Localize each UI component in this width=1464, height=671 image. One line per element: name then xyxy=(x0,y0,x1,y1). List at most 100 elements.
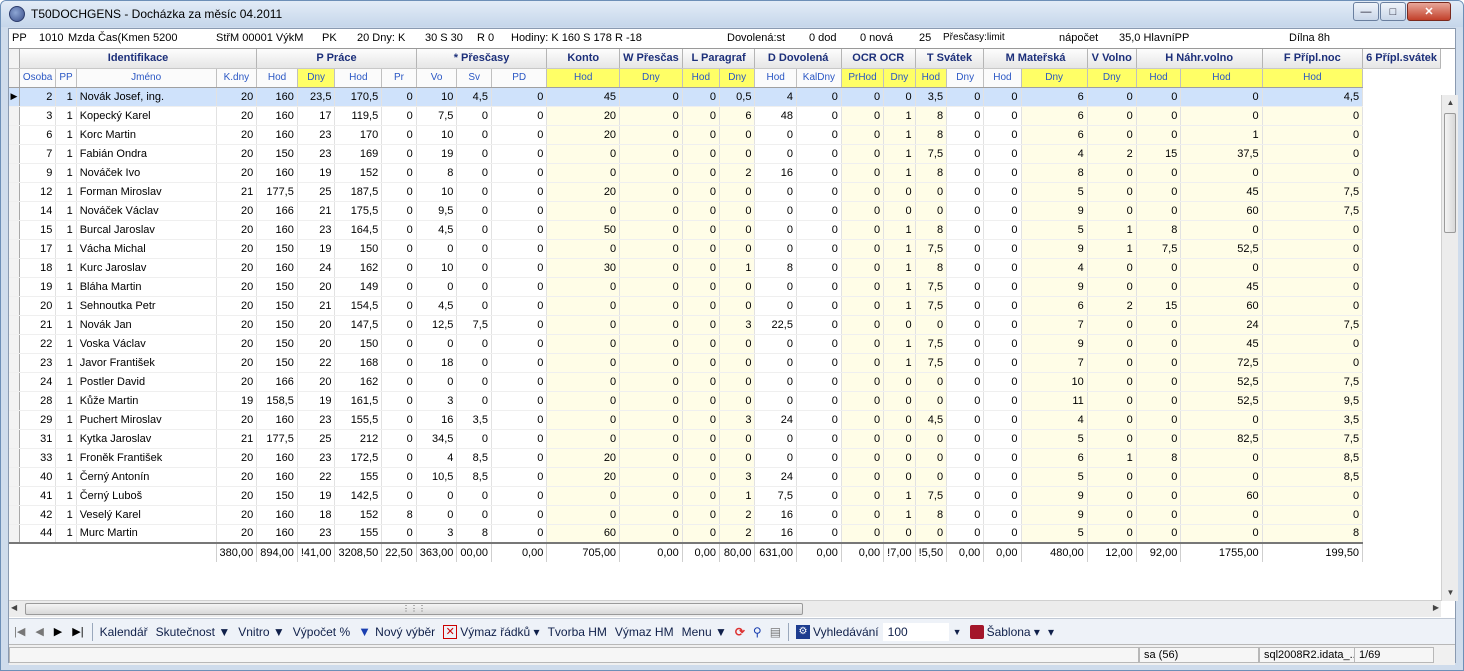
table-cell[interactable]: 0 xyxy=(841,448,885,468)
table-cell[interactable]: 24 xyxy=(297,258,336,278)
table-cell[interactable]: 1 xyxy=(719,258,756,278)
table-cell[interactable]: 45 xyxy=(546,87,621,107)
table-cell[interactable]: 0 xyxy=(456,372,492,392)
table-cell[interactable]: 0 xyxy=(416,239,458,259)
kalendar-button[interactable]: Kalendář xyxy=(96,625,152,639)
table-cell[interactable]: 0 xyxy=(546,410,621,430)
table-cell[interactable]: Javor František xyxy=(76,353,217,373)
table-cell[interactable]: Bláha Martin xyxy=(76,277,217,297)
table-cell[interactable]: 0 xyxy=(754,220,797,240)
table-cell[interactable]: 1 xyxy=(883,505,916,525)
table-cell[interactable]: 0 xyxy=(915,391,948,411)
table-cell[interactable]: 0 xyxy=(456,125,492,145)
table-cell[interactable]: 0 xyxy=(1180,524,1263,544)
table-cell[interactable]: 149 xyxy=(334,277,383,297)
table-cell[interactable]: 7,5 xyxy=(915,144,948,164)
table-cell[interactable]: 40 xyxy=(19,467,57,487)
table-cell[interactable]: 0 xyxy=(456,144,492,164)
table-cell[interactable]: 7,5 xyxy=(1262,201,1364,221)
table-cell[interactable]: 0 xyxy=(883,201,916,221)
table-cell[interactable]: 0 xyxy=(946,353,985,373)
scroll-right-icon[interactable]: ▶ xyxy=(1433,603,1439,612)
table-cell[interactable]: 0 xyxy=(619,505,683,525)
table-cell[interactable]: 0 xyxy=(416,505,458,525)
table-cell[interactable]: 7 xyxy=(1021,315,1088,335)
table-cell[interactable]: 28 xyxy=(19,391,57,411)
table-cell[interactable]: Postler David xyxy=(76,372,217,392)
column-header[interactable]: Vo xyxy=(416,68,458,88)
table-cell[interactable]: 1 xyxy=(55,372,77,392)
table-cell[interactable]: 0 xyxy=(796,106,842,126)
table-cell[interactable]: 8,5 xyxy=(456,448,492,468)
table-cell[interactable]: 0 xyxy=(619,201,683,221)
table-cell[interactable]: 0 xyxy=(983,334,1022,354)
table-cell[interactable]: 8 xyxy=(915,258,948,278)
table-cell[interactable]: 1 xyxy=(883,258,916,278)
table-cell[interactable]: 0 xyxy=(883,448,916,468)
row-selector[interactable] xyxy=(9,372,20,392)
row-selector[interactable] xyxy=(9,258,20,278)
table-cell[interactable]: 0 xyxy=(416,277,458,297)
table-cell[interactable]: 0 xyxy=(754,125,797,145)
table-cell[interactable]: 0 xyxy=(1136,277,1182,297)
table-cell[interactable]: 0 xyxy=(682,524,720,544)
table-cell[interactable]: 0 xyxy=(546,239,621,259)
table-cell[interactable]: 0 xyxy=(1087,315,1137,335)
table-cell[interactable]: 1 xyxy=(883,277,916,297)
table-cell[interactable]: 0 xyxy=(754,448,797,468)
table-cell[interactable]: 0 xyxy=(883,524,916,544)
table-cell[interactable]: 0 xyxy=(796,505,842,525)
table-cell[interactable]: 0 xyxy=(1180,410,1263,430)
table-cell[interactable]: 0 xyxy=(381,201,417,221)
table-cell[interactable]: 0 xyxy=(619,391,683,411)
table-cell[interactable]: 0 xyxy=(796,163,842,183)
table-cell[interactable]: 0 xyxy=(416,486,458,506)
table-cell[interactable]: 0 xyxy=(946,163,985,183)
table-cell[interactable]: Froněk František xyxy=(76,448,217,468)
table-cell[interactable]: Murc Martin xyxy=(76,524,217,544)
table-cell[interactable]: 20 xyxy=(216,353,258,373)
table-cell[interactable]: 0 xyxy=(841,410,885,430)
table-cell[interactable]: 160 xyxy=(256,505,298,525)
table-cell[interactable]: 0 xyxy=(1136,334,1182,354)
table-cell[interactable]: 177,5 xyxy=(256,429,298,449)
table-cell[interactable]: 21 xyxy=(19,315,57,335)
table-cell[interactable]: 0 xyxy=(456,182,492,202)
table-cell[interactable]: 8 xyxy=(915,125,948,145)
clipboard-icon[interactable]: ▤ xyxy=(766,625,785,639)
table-cell[interactable]: 0 xyxy=(381,372,417,392)
table-cell[interactable]: 20 xyxy=(297,372,336,392)
row-selector[interactable] xyxy=(9,239,20,259)
table-cell[interactable]: 152 xyxy=(334,163,383,183)
table-cell[interactable]: Černý Antonín xyxy=(76,467,217,487)
group-header[interactable]: D Dovolená xyxy=(754,49,842,69)
table-cell[interactable]: 0 xyxy=(983,524,1022,544)
table-cell[interactable]: 0 xyxy=(754,144,797,164)
table-cell[interactable]: 10 xyxy=(416,87,458,107)
table-cell[interactable]: 20 xyxy=(546,448,621,468)
table-cell[interactable]: 0 xyxy=(491,125,548,145)
table-cell[interactable]: 23 xyxy=(297,448,336,468)
row-selector[interactable] xyxy=(9,505,20,525)
table-cell[interactable]: 0 xyxy=(983,448,1022,468)
table-cell[interactable]: 22 xyxy=(297,467,336,487)
table-cell[interactable]: 24 xyxy=(754,410,797,430)
table-cell[interactable]: Puchert Miroslav xyxy=(76,410,217,430)
table-cell[interactable]: 175,5 xyxy=(334,201,383,221)
table-cell[interactable]: 0 xyxy=(946,334,985,354)
table-cell[interactable]: 20 xyxy=(216,201,258,221)
table-cell[interactable]: 0 xyxy=(682,353,720,373)
table-cell[interactable]: 21 xyxy=(297,296,336,316)
table-cell[interactable]: 0 xyxy=(456,334,492,354)
column-header[interactable]: Dny xyxy=(619,68,683,88)
table-cell[interactable]: 3,5 xyxy=(1262,410,1364,430)
table-cell[interactable]: 8 xyxy=(381,505,417,525)
table-cell[interactable]: 0 xyxy=(719,334,756,354)
table-cell[interactable]: 1 xyxy=(883,144,916,164)
table-cell[interactable]: 0 xyxy=(491,486,548,506)
table-cell[interactable]: 7,5 xyxy=(915,486,948,506)
table-cell[interactable]: 0 xyxy=(983,87,1022,107)
table-cell[interactable]: 1 xyxy=(1180,125,1263,145)
table-cell[interactable]: 20 xyxy=(216,239,258,259)
table-cell[interactable]: 0 xyxy=(1136,163,1182,183)
